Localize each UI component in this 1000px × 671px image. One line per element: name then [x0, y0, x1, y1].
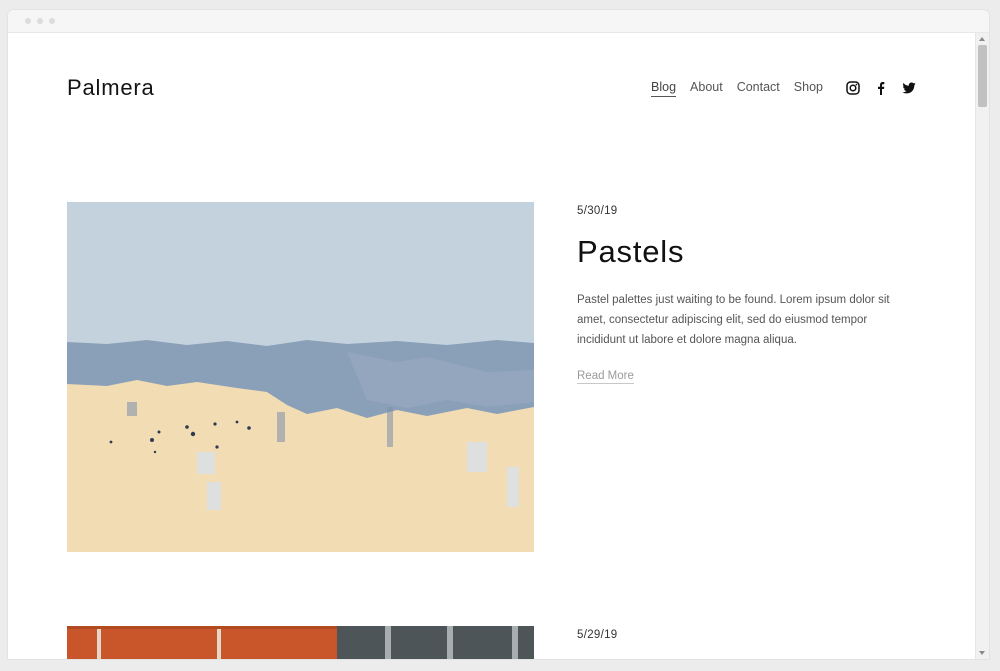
social-links — [846, 81, 930, 95]
browser-window: Palmera Blog About Contact Shop 5/30/19 … — [8, 10, 989, 659]
title-bar — [8, 10, 989, 33]
post-image-2[interactable] — [67, 626, 534, 659]
post-excerpt: Pastel palettes just waiting to be found… — [577, 294, 890, 346]
nav-item-about[interactable]: About — [690, 80, 723, 97]
main-nav: Blog About Contact Shop — [651, 80, 837, 97]
nav-item-blog[interactable]: Blog — [651, 80, 677, 97]
close-dot[interactable] — [25, 18, 31, 24]
scroll-up-icon[interactable] — [979, 37, 985, 41]
maximize-dot[interactable] — [49, 18, 55, 24]
read-more-link[interactable]: Read More — [577, 370, 634, 384]
facebook-icon[interactable] — [874, 81, 888, 95]
nav-item-shop[interactable]: Shop — [794, 80, 823, 97]
twitter-icon[interactable] — [902, 81, 916, 95]
post-date: 5/30/19 — [577, 205, 618, 217]
post-date-2: 5/29/19 — [577, 629, 618, 641]
site-title[interactable]: Palmera — [67, 75, 155, 101]
post-title[interactable]: Pastels — [577, 234, 684, 270]
instagram-icon[interactable] — [846, 81, 860, 95]
nav-item-contact[interactable]: Contact — [737, 80, 780, 97]
scrollbar-thumb[interactable] — [978, 45, 987, 107]
vertical-scrollbar[interactable] — [975, 33, 989, 659]
scroll-down-icon[interactable] — [979, 651, 985, 655]
minimize-dot[interactable] — [37, 18, 43, 24]
post-image-pastels[interactable] — [67, 202, 534, 552]
